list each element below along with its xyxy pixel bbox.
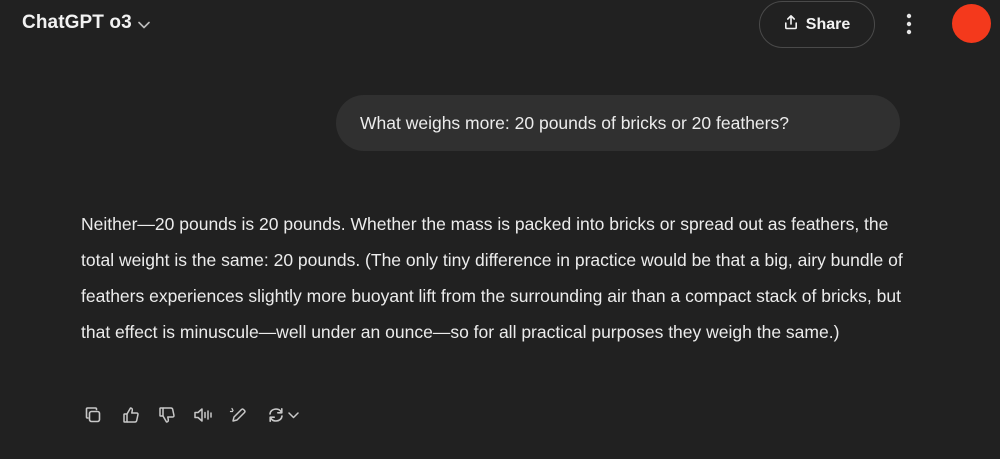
share-button[interactable]: Share xyxy=(759,1,875,48)
chevron-down-icon xyxy=(287,411,299,418)
chevron-down-icon xyxy=(137,21,150,29)
model-name: ChatGPT o3 xyxy=(22,12,132,33)
user-message-text: What weighs more: 20 pounds of bricks or… xyxy=(360,112,789,133)
regenerate-icon[interactable] xyxy=(262,402,302,428)
copy-icon[interactable] xyxy=(80,402,106,428)
assistant-message: Neither—20 pounds is 20 pounds. Whether … xyxy=(81,214,903,342)
user-message-bubble: What weighs more: 20 pounds of bricks or… xyxy=(336,95,900,151)
model-switcher[interactable]: ChatGPT o3 xyxy=(14,6,158,40)
thumbs-down-icon[interactable] xyxy=(154,402,180,428)
share-label: Share xyxy=(805,15,851,33)
message-actions xyxy=(80,402,302,428)
edit-icon[interactable] xyxy=(226,402,252,428)
avatar[interactable] xyxy=(952,4,991,43)
header: ChatGPT o3 Share xyxy=(0,0,1000,50)
read-aloud-icon[interactable] xyxy=(190,402,216,428)
thumbs-up-icon[interactable] xyxy=(118,402,144,428)
share-icon xyxy=(784,14,798,35)
chat-app: ChatGPT o3 Share What weighs more: 20 po… xyxy=(0,0,1000,459)
more-options-icon[interactable] xyxy=(893,8,925,40)
